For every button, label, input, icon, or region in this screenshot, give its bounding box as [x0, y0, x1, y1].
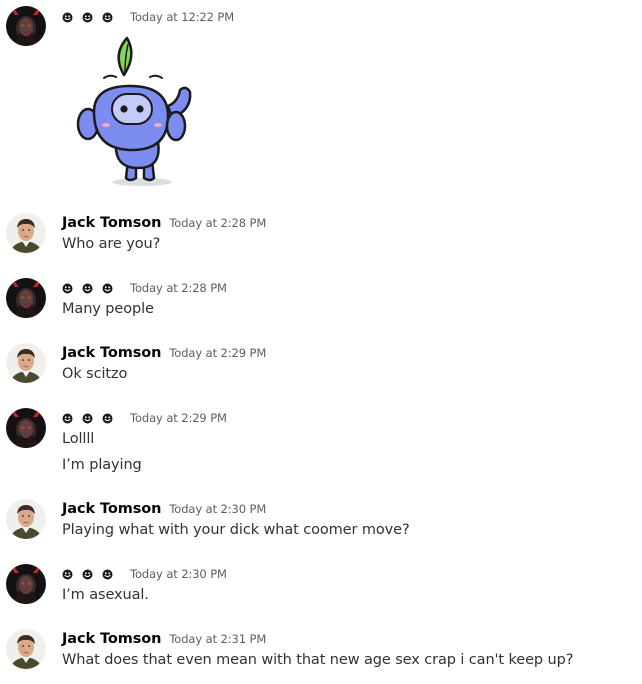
smiley-icon	[82, 569, 93, 580]
smiley-icon	[62, 12, 73, 23]
message-text: What does that even mean with that new a…	[62, 652, 574, 668]
demon-avatar[interactable]	[6, 6, 46, 46]
message-header: Today at 2:28 PM	[62, 278, 227, 298]
smiley-icon	[62, 413, 73, 424]
demon-avatar[interactable]	[6, 408, 46, 448]
username[interactable]: Jack Tomson	[62, 501, 161, 517]
timestamp[interactable]: Today at 12:22 PM	[130, 10, 234, 24]
emoji-username[interactable]	[62, 12, 113, 23]
emoji-username[interactable]	[62, 569, 113, 580]
message-text: Ok scitzo	[62, 366, 128, 382]
message-header: Jack Tomson Today at 2:28 PM	[62, 213, 266, 233]
jack-tomson-avatar[interactable]	[6, 343, 46, 383]
emoji-username[interactable]	[62, 413, 113, 424]
timestamp[interactable]: Today at 2:30 PM	[130, 567, 227, 581]
smiley-icon	[82, 283, 93, 294]
timestamp[interactable]: Today at 2:30 PM	[169, 502, 266, 516]
smiley-icon	[102, 283, 113, 294]
timestamp[interactable]: Today at 2:31 PM	[169, 632, 266, 646]
smiley-icon	[82, 413, 93, 424]
message-text: Who are you?	[62, 236, 161, 252]
smiley-icon	[102, 12, 113, 23]
message-text: I’m asexual.	[62, 587, 149, 603]
message-header: Jack Tomson Today at 2:30 PM	[62, 499, 266, 519]
smiley-icon	[102, 413, 113, 424]
smiley-icon	[62, 569, 73, 580]
smiley-icon	[62, 283, 73, 294]
demon-avatar[interactable]	[6, 278, 46, 318]
jack-tomson-avatar[interactable]	[6, 499, 46, 539]
timestamp[interactable]: Today at 2:29 PM	[169, 346, 266, 360]
timestamp[interactable]: Today at 2:28 PM	[130, 281, 227, 295]
demon-avatar[interactable]	[6, 564, 46, 604]
message-header: Today at 12:22 PM	[62, 7, 234, 27]
jack-tomson-avatar[interactable]	[6, 213, 46, 253]
message-header: Today at 2:29 PM	[62, 408, 227, 428]
wumpus-waving-sticker[interactable]	[72, 30, 202, 190]
message-header: Jack Tomson Today at 2:31 PM	[62, 629, 266, 649]
message-header: Today at 2:30 PM	[62, 564, 227, 584]
message-text: Playing what with your dick what coomer …	[62, 522, 410, 538]
username[interactable]: Jack Tomson	[62, 631, 161, 647]
username[interactable]: Jack Tomson	[62, 345, 161, 361]
timestamp[interactable]: Today at 2:29 PM	[130, 411, 227, 425]
smiley-icon	[82, 12, 93, 23]
emoji-username[interactable]	[62, 283, 113, 294]
message-header: Jack Tomson Today at 2:29 PM	[62, 343, 266, 363]
message-text: Many people	[62, 301, 154, 317]
message-text: Lollll	[62, 431, 95, 447]
username[interactable]: Jack Tomson	[62, 215, 161, 231]
message-text: I’m playing	[62, 457, 142, 473]
smiley-icon	[102, 569, 113, 580]
timestamp[interactable]: Today at 2:28 PM	[169, 216, 266, 230]
jack-tomson-avatar[interactable]	[6, 629, 46, 669]
